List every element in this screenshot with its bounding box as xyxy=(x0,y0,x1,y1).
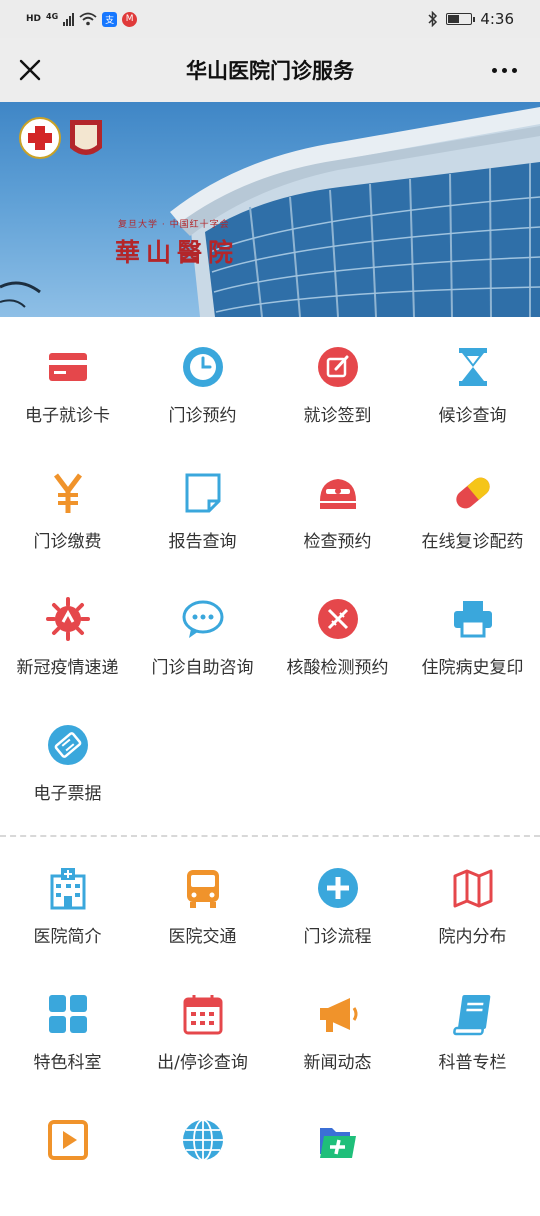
menu-item-label: 候诊查询 xyxy=(438,406,507,426)
grid-icon xyxy=(48,995,87,1033)
megaphone-icon xyxy=(319,998,357,1032)
chat-icon xyxy=(182,600,223,638)
building-image xyxy=(0,107,540,317)
4g-indicator: 4G xyxy=(46,11,59,21)
plus-circle-icon xyxy=(317,868,358,908)
menu-item-label: 门诊预约 xyxy=(168,406,237,426)
menu-item-label: 报告查询 xyxy=(168,532,237,552)
menu-item-hospital[interactable]: 医院简介 xyxy=(0,838,135,964)
pill-icon xyxy=(455,477,490,509)
menu-item-label: 新闻动态 xyxy=(303,1053,372,1073)
scanner-icon xyxy=(319,479,356,509)
menu-item-virus[interactable]: 新冠疫情速递 xyxy=(0,569,135,695)
menu-item-grid[interactable]: 特色科室 xyxy=(0,964,135,1090)
menu-item-label: 检查预约 xyxy=(303,532,372,552)
hospital-icon xyxy=(50,868,85,910)
menu-item-label: 出/停诊查询 xyxy=(157,1053,248,1073)
globe-icon xyxy=(182,1119,223,1161)
note-icon xyxy=(185,473,220,513)
menu-item-chat[interactable]: 门诊自助咨询 xyxy=(135,569,270,695)
menu-item-label: 院内分布 xyxy=(438,927,507,947)
menu-item-megaphone[interactable]: 新闻动态 xyxy=(270,964,405,1090)
calendar-icon xyxy=(183,995,222,1035)
ticket-icon xyxy=(47,725,88,765)
page-title: 华山医院门诊服务 xyxy=(186,59,354,83)
menu-item-label: 特色科室 xyxy=(33,1053,102,1073)
menu-item-play[interactable] xyxy=(0,1090,135,1216)
menu-item-label: 门诊流程 xyxy=(303,927,372,947)
menu-item-ticket[interactable]: 电子票据 xyxy=(0,695,135,821)
clock-icon xyxy=(182,347,223,387)
menu-item-label: 电子就诊卡 xyxy=(25,406,110,426)
hd-indicator: HD xyxy=(26,14,42,24)
menu-item-yen[interactable]: 门诊缴费 xyxy=(0,443,135,569)
virus-icon xyxy=(45,597,90,641)
menu-item-calendar[interactable]: 出/停诊查询 xyxy=(135,964,270,1090)
menu-item-label: 核酸检测预约 xyxy=(286,658,389,678)
more-button[interactable] xyxy=(488,58,520,82)
play-icon xyxy=(47,1120,88,1160)
title-bar: 华山医院门诊服务 xyxy=(0,38,540,102)
close-icon xyxy=(19,59,41,81)
menu-item-label: 新冠疫情速递 xyxy=(16,658,119,678)
menu-item-plus-circle[interactable]: 门诊流程 xyxy=(270,838,405,964)
menu-item-label: 住院病史复印 xyxy=(421,658,524,678)
more-icon xyxy=(491,67,497,73)
menu-item-scanner[interactable]: 检查预约 xyxy=(270,443,405,569)
menu-item-edit[interactable]: 就诊签到 xyxy=(270,317,405,443)
dna-icon xyxy=(317,599,358,639)
printer-icon xyxy=(453,601,492,638)
wifi-icon xyxy=(79,12,97,26)
signal-icon xyxy=(63,12,75,26)
menu-item-globe[interactable] xyxy=(135,1090,270,1216)
close-button[interactable] xyxy=(14,54,46,86)
menu-item-printer[interactable]: 住院病史复印 xyxy=(405,569,540,695)
menu-item-map[interactable]: 院内分布 xyxy=(405,838,540,964)
menu-item-pill[interactable]: 在线复诊配药 xyxy=(405,443,540,569)
folder-plus-icon xyxy=(319,1128,356,1158)
status-bar: HD 4G 支 M 4:36 xyxy=(0,0,540,38)
menu-item-bus[interactable]: 医院交通 xyxy=(135,838,270,964)
alipay-icon: 支 xyxy=(102,11,118,27)
hospital-banner[interactable]: 复旦大学 · 中国红十字会 華山醫院 xyxy=(0,102,540,317)
service-grid-info: 医院简介 医院交通 门诊流程 院内分布特色科室 出/停诊查询 新闻动态 科普专栏 xyxy=(0,838,540,1216)
metro-icon: M xyxy=(122,11,138,27)
menu-item-note[interactable]: 报告查询 xyxy=(135,443,270,569)
menu-item-card[interactable]: 电子就诊卡 xyxy=(0,317,135,443)
book-icon xyxy=(452,995,490,1036)
bluetooth-icon xyxy=(428,11,438,27)
map-icon xyxy=(453,869,492,908)
bus-icon xyxy=(186,870,219,908)
card-icon xyxy=(48,353,87,381)
menu-item-label: 医院交通 xyxy=(168,927,237,947)
menu-item-label: 门诊自助咨询 xyxy=(151,658,254,678)
menu-item-label: 科普专栏 xyxy=(438,1053,507,1073)
menu-item-label: 在线复诊配药 xyxy=(421,532,524,552)
logo-name: 華山醫院 xyxy=(115,238,240,267)
clock-time: 4:36 xyxy=(480,10,514,28)
logo-subtitle: 复旦大学 · 中国红十字会 xyxy=(118,220,230,230)
hourglass-icon xyxy=(458,348,487,386)
menu-item-clock[interactable]: 门诊预约 xyxy=(135,317,270,443)
section-divider xyxy=(0,835,540,837)
menu-item-label: 门诊缴费 xyxy=(33,532,102,552)
edit-icon xyxy=(317,347,358,387)
service-grid-primary: 电子就诊卡 门诊预约 就诊签到 候诊查询门诊缴费 报告查询 检查预约 在线复诊配药新冠疫情速… xyxy=(0,317,540,821)
menu-item-label: 医院简介 xyxy=(33,927,102,947)
menu-item-folder-plus[interactable] xyxy=(270,1090,405,1216)
menu-item-label: 电子票据 xyxy=(33,784,102,804)
yen-icon xyxy=(53,473,82,513)
menu-item-book[interactable]: 科普专栏 xyxy=(405,964,540,1090)
menu-item-hourglass[interactable]: 候诊查询 xyxy=(405,317,540,443)
menu-item-dna[interactable]: 核酸检测预约 xyxy=(270,569,405,695)
battery-icon xyxy=(446,13,476,25)
menu-item-label: 就诊签到 xyxy=(303,406,372,426)
